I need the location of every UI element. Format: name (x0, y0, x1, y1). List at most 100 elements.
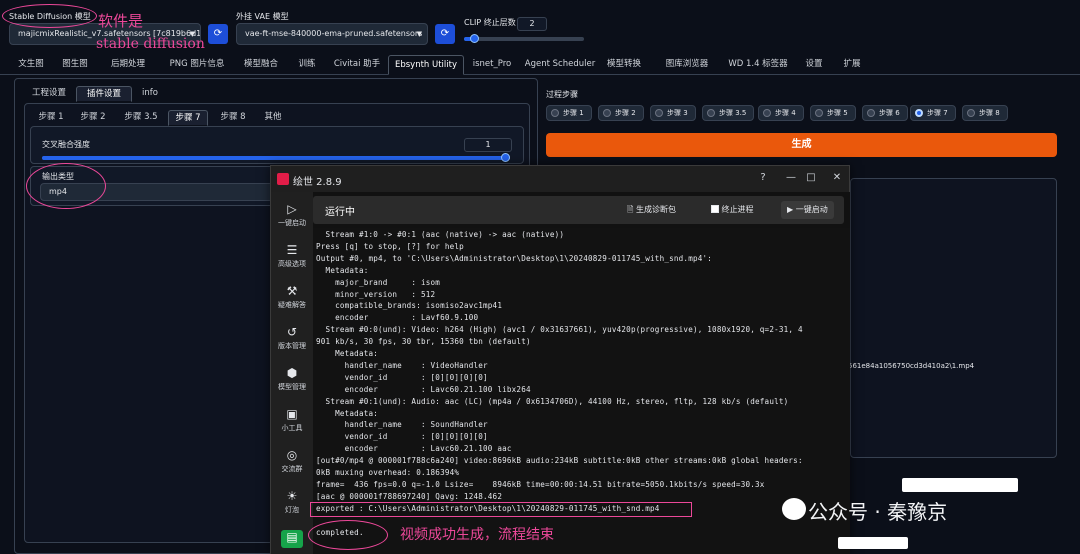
radio-step5-label: 步骤 5 (827, 109, 848, 117)
tab-agent-scheduler[interactable]: Agent Scheduler (524, 55, 596, 75)
radio-step2[interactable]: 步骤 2 (598, 105, 644, 121)
refresh-icon: ⟳ (440, 28, 450, 39)
close-icon[interactable]: ✕ (827, 169, 847, 187)
play-icon: ▷ (287, 202, 297, 216)
ime-toolbar[interactable] (902, 478, 1018, 492)
watermark-text: 公众号 · 秦豫京 (808, 500, 948, 524)
radio-step6-label: 步骤 6 (879, 109, 900, 117)
sidebar-item-tools[interactable]: ▣ 小工具 (271, 407, 313, 433)
tab-isnet[interactable]: isnet_Pro (468, 55, 516, 75)
clip-slider-thumb[interactable] (469, 34, 479, 43)
maximize-icon[interactable]: □ (801, 169, 821, 187)
refresh-sd-model-button[interactable]: ⟳ (208, 24, 228, 44)
tab-civitai[interactable]: Civitai 助手 (329, 55, 385, 75)
radio-step1[interactable]: 步骤 1 (546, 105, 592, 121)
sidebar-item-troubleshoot[interactable]: ⚒ 疑难解答 (271, 284, 313, 310)
console-line: minor_version : 512 (316, 289, 436, 299)
console-line: encoder : Lavc60.21.100 aac (316, 444, 512, 454)
clip-value-input[interactable]: 2 (517, 17, 547, 31)
subtab-project[interactable]: 工程设置 (26, 86, 72, 102)
tab-train[interactable]: 训练 (292, 55, 322, 75)
subtab-info[interactable]: info (136, 86, 164, 102)
tab-model-convert[interactable]: 模型转换 (602, 55, 646, 75)
diagnostic-button[interactable]: 🗎 生成诊断包 (627, 204, 676, 218)
run-status-title: 运行中 (325, 207, 355, 218)
subtab-other[interactable]: 其他 (258, 110, 288, 126)
annotation-stable-diffusion: stable diffusion (96, 36, 205, 52)
launch-label: 一键启动 (795, 205, 828, 214)
tab-merge[interactable]: 模型融合 (236, 55, 286, 75)
wechat-icon (782, 498, 806, 520)
tab-extensions[interactable]: 扩展 (838, 55, 866, 75)
tab-wd-tagger[interactable]: WD 1.4 标签器 (724, 55, 792, 75)
console-line: compatible_brands: isomiso2avc1mp41 (316, 301, 503, 311)
tab-extras[interactable]: 后期处理 (102, 55, 154, 75)
radio-step4[interactable]: 步骤 4 (758, 105, 804, 121)
subtab-step3-5[interactable]: 步骤 3.5 (118, 110, 164, 126)
tab-ebsynth[interactable]: Ebsynth Utility (388, 55, 464, 75)
play-icon: ▶ (787, 205, 794, 214)
one-click-launch-button[interactable]: ▶ 一键启动 (781, 201, 834, 219)
crossfade-slider-thumb[interactable] (501, 153, 510, 162)
clip-label: CLIP 终止层数 (464, 18, 516, 27)
diagnostic-label: 生成诊断包 (635, 205, 676, 214)
radio-dot (915, 109, 923, 117)
sidebar-item-bulb[interactable]: ☀ 灯泡 (271, 489, 313, 515)
vae-select[interactable]: vae-ft-mse-840000-ema-pruned.safetensors… (236, 23, 428, 45)
sidebar-item-console[interactable]: ▤ (281, 530, 303, 548)
tab-img2img[interactable]: 图生图 (56, 55, 94, 75)
tools-icon: ⚒ (286, 284, 298, 298)
tab-txt2img[interactable]: 文生图 (12, 55, 50, 75)
radio-step6[interactable]: 步骤 6 (862, 105, 908, 121)
subtab-step1[interactable]: 步骤 1 (32, 110, 70, 126)
crossfade-slider-fill (42, 156, 510, 160)
ime-status-strip[interactable] (838, 537, 908, 549)
minimize-icon[interactable]: — (781, 169, 801, 187)
radio-step5[interactable]: 步骤 5 (810, 105, 856, 121)
radio-step2-label: 步骤 2 (615, 109, 636, 117)
console-line: [aac @ 000001f788697240] Qavg: 1248.462 (316, 491, 503, 501)
sidebar-item-models[interactable]: ⬢ 模型管理 (271, 366, 313, 392)
radio-step1-label: 步骤 1 (563, 109, 584, 117)
subtab-step8[interactable]: 步骤 8 (214, 110, 252, 126)
subtab-step2[interactable]: 步骤 2 (74, 110, 112, 126)
tab-settings[interactable]: 设置 (800, 55, 828, 75)
radio-step3[interactable]: 步骤 3 (650, 105, 696, 121)
sidebar-item-label: 小工具 (281, 424, 303, 432)
crossfade-input[interactable]: 1 (464, 138, 512, 152)
history-icon: ↺ (286, 325, 298, 339)
annotation-software-is: 软件是 (98, 12, 144, 30)
radio-step3-5-label: 步骤 3.5 (719, 109, 747, 117)
radio-step7[interactable]: 步骤 7 (910, 105, 956, 121)
stop-process-checkbox[interactable]: 终止进程 (711, 204, 754, 215)
sidebar-item-version[interactable]: ↺ 版本管理 (271, 325, 313, 351)
radio-step3-5[interactable]: 步骤 3.5 (702, 105, 754, 121)
crossfade-slider[interactable] (42, 153, 510, 162)
launcher-title: 绘世 2.8.9 (293, 177, 342, 188)
refresh-icon: ⟳ (213, 28, 223, 39)
sidebar-item-launch[interactable]: ▷ 一键启动 (271, 202, 313, 228)
tab-gallery[interactable]: 图库浏览器 (660, 55, 714, 75)
console-line: 0kB muxing overhead: 0.186394% (316, 468, 460, 477)
tab-png-info[interactable]: PNG 图片信息 (162, 55, 232, 75)
console-line: handler_name : SoundHandler (316, 420, 488, 430)
annotation-exported-box (310, 502, 692, 517)
radio-dot (815, 109, 823, 117)
annotation-circle-output (26, 163, 106, 209)
sidebar-item-community[interactable]: ◎ 交流群 (271, 448, 313, 474)
launcher-main: 运行中 🗎 生成诊断包 终止进程 ▶ 一键启动 Stream #1:0 -> #… (313, 192, 850, 554)
radio-dot (867, 109, 875, 117)
console-line: Metadata: (316, 349, 379, 358)
launcher-sidebar: ▷ 一键启动 ☰ 高级选项 ⚒ 疑难解答 ↺ 版本管理 ⬢ 模型管理 ▣ 小工具 ◎ 交流群 … (271, 192, 313, 554)
console-line: 901 kb/s, 30 fps, 30 tbr, 15360 tbn (def… (316, 337, 531, 347)
sidebar-item-advanced[interactable]: ☰ 高级选项 (271, 243, 313, 269)
subtab-step7[interactable]: 步骤 7 (168, 110, 208, 126)
generate-button[interactable]: 生成 (546, 133, 1057, 157)
subtab-plugin[interactable]: 插件设置 (76, 86, 132, 102)
clip-slider[interactable] (464, 34, 584, 43)
refresh-vae-button[interactable]: ⟳ (435, 24, 455, 44)
help-icon[interactable]: ? (753, 169, 773, 187)
console-line: major_brand : isom (316, 277, 441, 287)
radio-step8[interactable]: 步骤 8 (962, 105, 1008, 121)
run-status-bar: 运行中 🗎 生成诊断包 终止进程 ▶ 一键启动 (313, 196, 844, 224)
